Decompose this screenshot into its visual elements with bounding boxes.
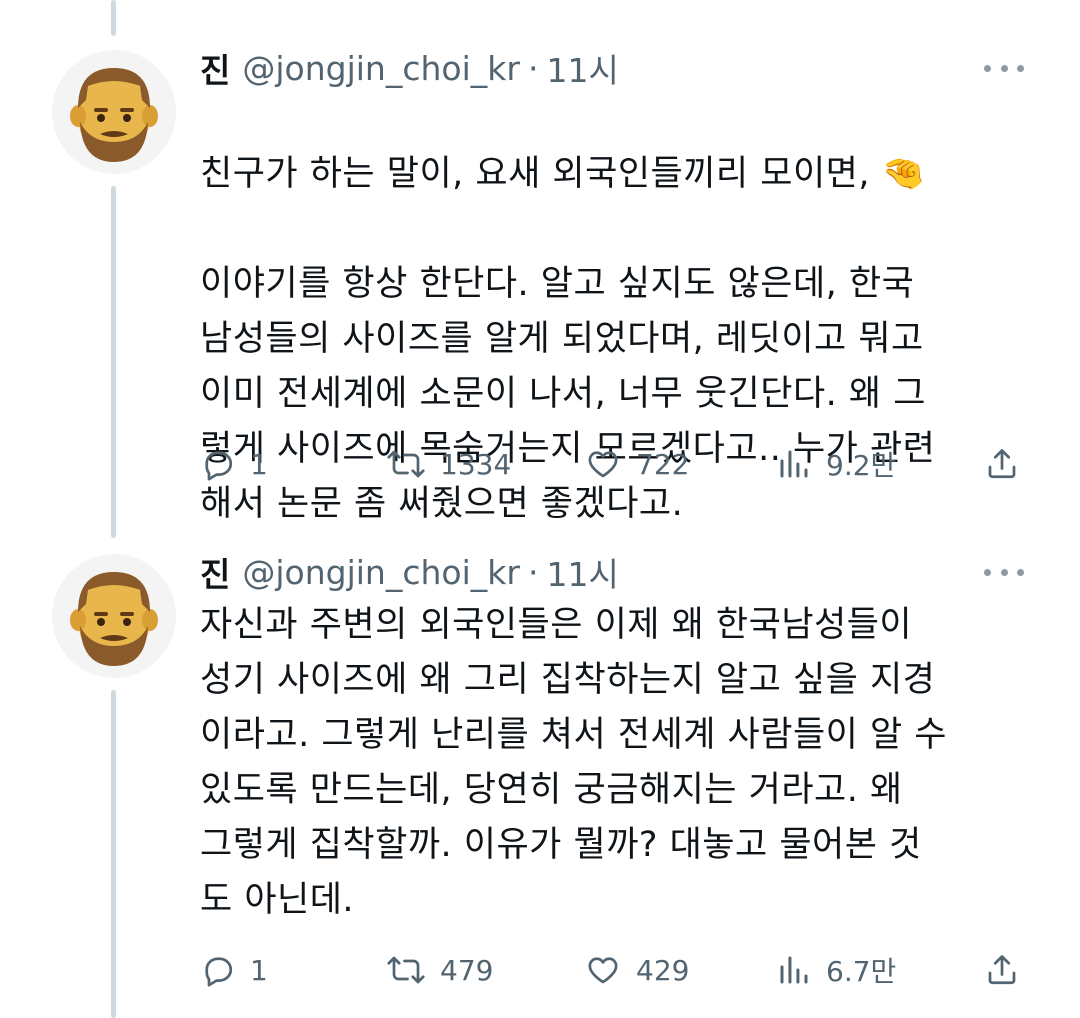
more-dots-icon — [984, 568, 991, 576]
heart-icon — [588, 957, 618, 984]
views-button[interactable]: 6.7만 — [776, 950, 896, 990]
share-button[interactable] — [984, 952, 1020, 988]
tweet[interactable]: 진 @jongjin_choi_kr · 11시 자신과 주변의 외국인들은 이… — [0, 0, 1080, 1018]
retweet-button[interactable]: 479 — [386, 952, 493, 988]
views-count: 6.7만 — [826, 955, 897, 988]
views-bar-icon — [780, 956, 808, 984]
retweet-icon — [387, 956, 425, 984]
reply-button[interactable]: 1 — [200, 952, 268, 988]
timestamp[interactable]: 11시 — [546, 548, 618, 596]
tweet-header: 진 @jongjin_choi_kr · 11시 — [200, 548, 619, 596]
tweet-text: 자신과 주변의 외국인들은 이제 왜 한국남성들이 성기 사이즈에 왜 그리 집… — [200, 605, 948, 920]
separator-dot: · — [527, 552, 539, 592]
like-button[interactable]: 429 — [584, 952, 689, 988]
user-handle[interactable]: @jongjin_choi_kr — [242, 553, 520, 592]
avatar-emoji-icon — [52, 554, 176, 678]
more-options-button[interactable] — [984, 562, 1024, 582]
like-count: 429 — [636, 953, 690, 987]
display-name[interactable]: 진 — [200, 548, 230, 596]
avatar[interactable] — [52, 554, 176, 678]
retweet-count: 479 — [440, 953, 494, 987]
share-icon — [988, 955, 1016, 985]
action-bar: 1 479 429 6.7만 — [200, 950, 1030, 990]
reply-icon — [205, 957, 233, 987]
reply-count: 1 — [250, 953, 268, 987]
